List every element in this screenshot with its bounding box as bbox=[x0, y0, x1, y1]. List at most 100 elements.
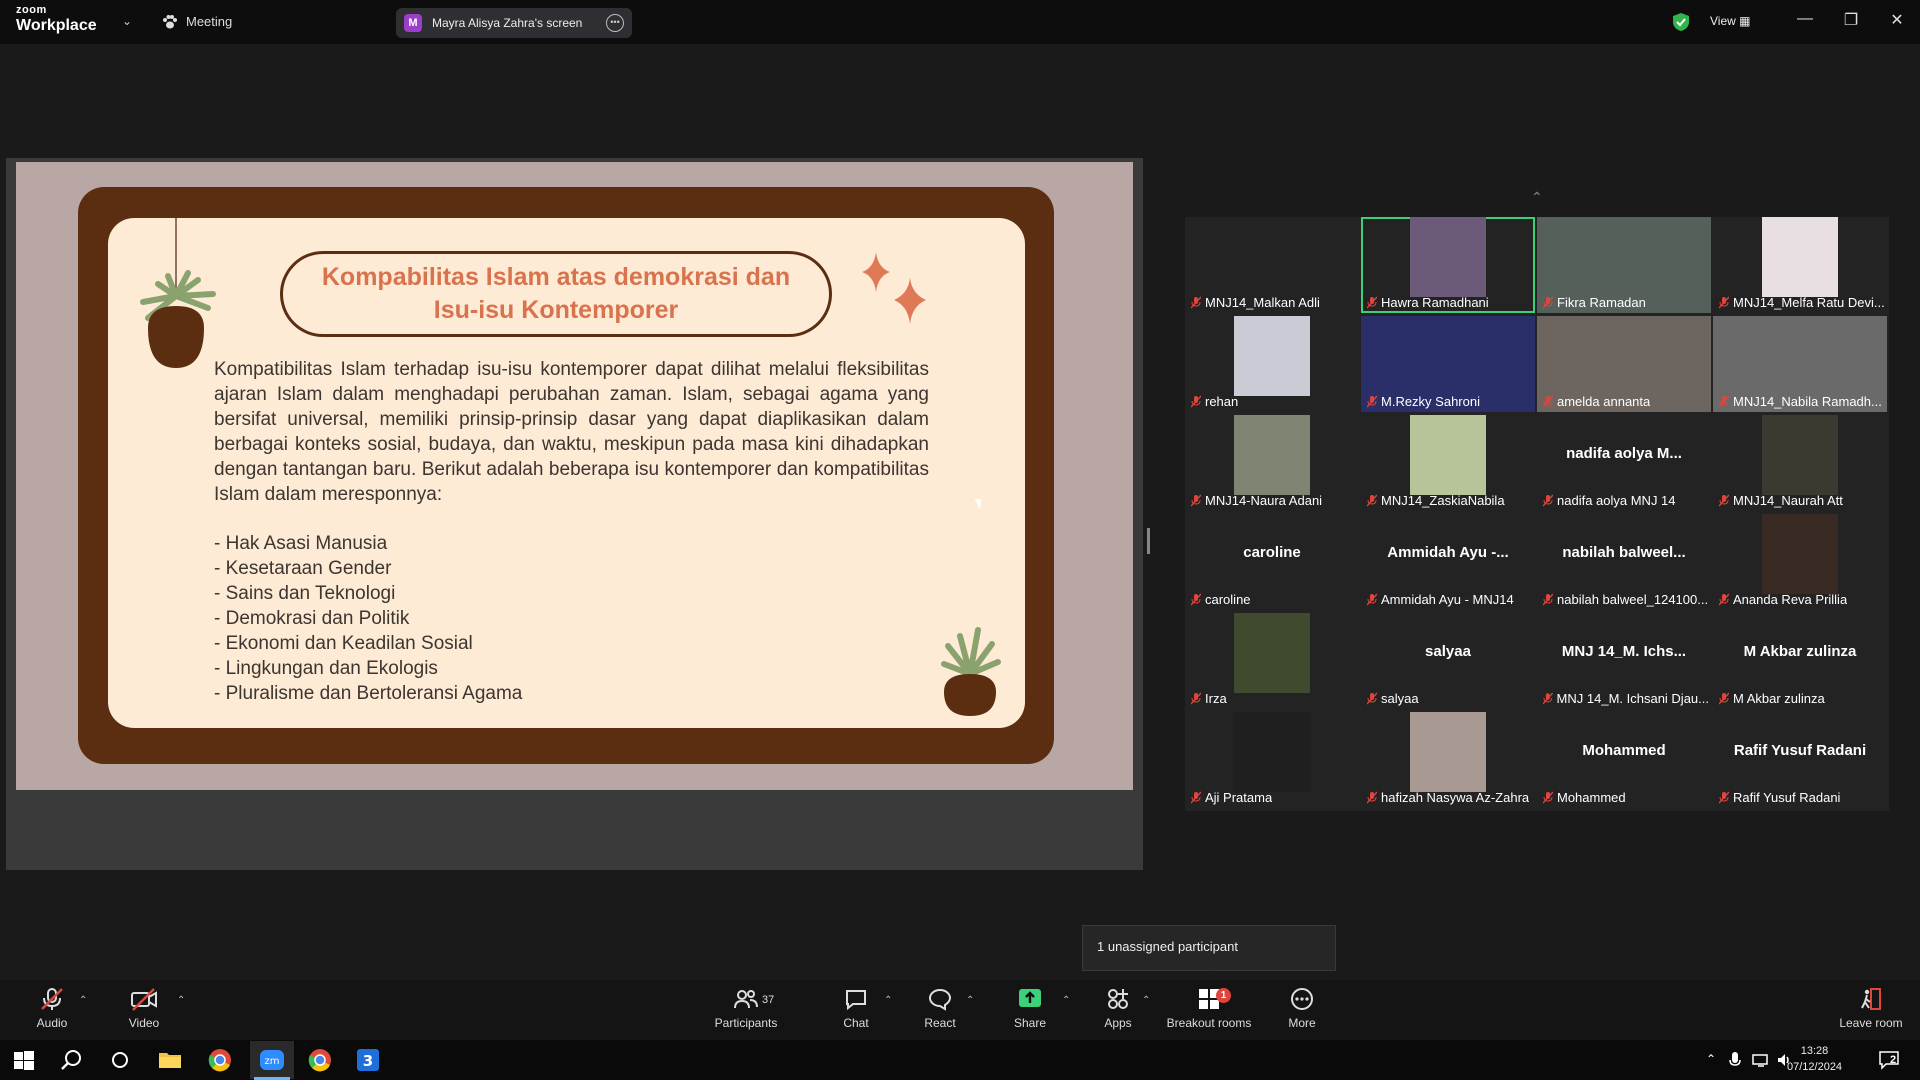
participant-tile[interactable]: MNJ 14_M. Ichs... MNJ 14_M. Ichsani Djau.… bbox=[1537, 613, 1711, 709]
video-button[interactable]: Video bbox=[124, 986, 164, 1030]
close-icon[interactable]: ✕ bbox=[1882, 10, 1912, 30]
participant-tile[interactable]: MNJ14_Melfa Ratu Devi... bbox=[1713, 217, 1887, 313]
participant-name-label: caroline bbox=[1191, 592, 1251, 607]
zoom-app-icon[interactable]: zm bbox=[258, 1046, 286, 1074]
mic-muted-icon bbox=[1543, 494, 1553, 507]
participant-tile[interactable]: M.Rezky Sahroni bbox=[1361, 316, 1535, 412]
mic-muted-icon bbox=[1367, 395, 1377, 408]
list-item: - Sains dan Teknologi bbox=[214, 583, 396, 604]
participant-tile[interactable]: Rafif Yusuf Radani Rafif Yusuf Radani bbox=[1713, 712, 1887, 808]
chevron-down-icon[interactable]: ⌄ bbox=[122, 14, 132, 28]
meeting-menu[interactable]: Meeting bbox=[162, 14, 232, 29]
audio-button[interactable]: Audio bbox=[30, 986, 74, 1030]
participant-name: M.Rezky Sahroni bbox=[1381, 394, 1480, 409]
participant-tile[interactable]: MNJ14_Malkan Adli bbox=[1185, 217, 1359, 313]
participant-tile[interactable]: Aji Pratama bbox=[1185, 712, 1359, 808]
slide-title: Kompabilitas Islam atas demokrasi dan Is… bbox=[321, 263, 791, 324]
share-icon bbox=[1019, 989, 1041, 1007]
restore-icon[interactable]: ❐ bbox=[1836, 10, 1866, 30]
participant-tile[interactable]: Ammidah Ayu -... Ammidah Ayu - MNJ14 bbox=[1361, 514, 1535, 610]
app-3-icon[interactable]: 3 bbox=[354, 1046, 382, 1074]
participant-name: MNJ 14_M. Ichsani Djau... bbox=[1556, 691, 1709, 706]
participant-tile[interactable]: MNJ14_Naurah Att bbox=[1713, 415, 1887, 511]
react-label: React bbox=[924, 1016, 956, 1030]
video-label: Video bbox=[128, 1016, 160, 1030]
more-options-icon[interactable]: ••• bbox=[606, 14, 624, 32]
participant-tile[interactable]: amelda annanta bbox=[1537, 316, 1711, 412]
chat-options-caret[interactable]: ⌃ bbox=[884, 995, 892, 1006]
unassigned-participant-tooltip[interactable]: 1 unassigned participant bbox=[1082, 925, 1336, 971]
mic-muted-icon bbox=[1719, 593, 1729, 606]
chevron-up-icon[interactable]: ⌃ bbox=[1531, 189, 1543, 206]
participant-name: amelda annanta bbox=[1557, 394, 1651, 409]
breakout-rooms-button[interactable]: Breakout rooms bbox=[1164, 986, 1254, 1030]
participant-tile[interactable]: hafizah Nasywa Az-Zahra bbox=[1361, 712, 1535, 808]
participant-tile[interactable]: rehan bbox=[1185, 316, 1359, 412]
mic-muted-icon bbox=[1191, 791, 1201, 804]
windows-start-icon[interactable] bbox=[10, 1046, 38, 1074]
splitter-handle[interactable] bbox=[1147, 528, 1150, 554]
chrome-icon[interactable] bbox=[206, 1046, 234, 1074]
potted-plant-icon bbox=[941, 627, 1001, 716]
participant-tile[interactable]: MNJ14-Naura Adani bbox=[1185, 415, 1359, 511]
apps-icon bbox=[1108, 989, 1128, 1009]
list-item: - Ekonomi dan Keadilan Sosial bbox=[214, 633, 473, 654]
search-icon[interactable] bbox=[58, 1046, 86, 1074]
apps-button[interactable]: Apps bbox=[1103, 986, 1133, 1030]
shield-icon[interactable] bbox=[1672, 12, 1690, 32]
participant-tile[interactable]: MNJ14_ZaskiaNabila bbox=[1361, 415, 1535, 511]
share-options-caret[interactable]: ⌃ bbox=[1062, 995, 1070, 1006]
shared-screen-pill[interactable]: M Mayra Alisya Zahra's screen ••• bbox=[396, 8, 632, 38]
leave-room-button[interactable]: Leave room bbox=[1838, 986, 1904, 1030]
view-button[interactable]: View ▦ bbox=[1710, 14, 1750, 28]
participant-tile[interactable]: Mohammed Mohammed bbox=[1537, 712, 1711, 808]
notifications-icon[interactable] bbox=[1878, 1050, 1900, 1070]
participant-tile[interactable]: salyaa salyaa bbox=[1361, 613, 1535, 709]
tray-mic-icon[interactable] bbox=[1728, 1051, 1742, 1069]
participant-tile[interactable]: Fikra Ramadan bbox=[1537, 217, 1711, 313]
share-button[interactable]: Share bbox=[1013, 986, 1047, 1030]
apps-options-caret[interactable]: ⌃ bbox=[1142, 995, 1150, 1006]
tray-chevron-up-icon[interactable]: ⌃ bbox=[1706, 1052, 1716, 1066]
chat-button[interactable]: Chat bbox=[840, 986, 872, 1030]
more-label: More bbox=[1288, 1016, 1316, 1030]
participant-name-label: Rafif Yusuf Radani bbox=[1719, 790, 1840, 805]
participant-name-label: salyaa bbox=[1367, 691, 1419, 706]
file-explorer-icon[interactable] bbox=[156, 1046, 184, 1074]
network-icon[interactable] bbox=[1752, 1053, 1770, 1067]
participant-tile[interactable]: Irza bbox=[1185, 613, 1359, 709]
participant-tile[interactable]: Hawra Ramadhani bbox=[1361, 217, 1535, 313]
react-options-caret[interactable]: ⌃ bbox=[966, 995, 974, 1006]
participant-tile[interactable]: M Akbar zulinza M Akbar zulinza bbox=[1713, 613, 1887, 709]
participant-display-name: M Akbar zulinza bbox=[1743, 643, 1857, 660]
mic-muted-icon bbox=[1191, 593, 1201, 606]
participant-tile[interactable]: MNJ14_Nabila Ramadh... bbox=[1713, 316, 1887, 412]
react-button[interactable]: React bbox=[924, 986, 956, 1030]
slide-body-text: Kompatibilitas Islam terhadap isu-isu ko… bbox=[214, 359, 929, 505]
participant-name: Aji Pratama bbox=[1205, 790, 1273, 805]
participant-name: MNJ14_Melfa Ratu Devi... bbox=[1733, 295, 1885, 310]
participant-name: nadifa aolya MNJ 14 bbox=[1557, 493, 1676, 508]
video-options-caret[interactable]: ⌃ bbox=[177, 995, 185, 1006]
participant-name-label: Mohammed bbox=[1543, 790, 1626, 805]
audio-options-caret[interactable]: ⌃ bbox=[79, 995, 87, 1006]
mic-muted-icon bbox=[1719, 296, 1729, 309]
mic-muted-icon bbox=[1543, 593, 1553, 606]
chrome-profile-icon[interactable] bbox=[306, 1046, 334, 1074]
participant-video bbox=[1234, 613, 1310, 693]
cortana-icon[interactable] bbox=[106, 1046, 134, 1074]
participant-tile[interactable]: nadifa aolya M... nadifa aolya MNJ 14 bbox=[1537, 415, 1711, 511]
participant-tile[interactable]: nabilah balweel... nabilah balweel_124100… bbox=[1537, 514, 1711, 610]
participant-video bbox=[1762, 415, 1838, 495]
participant-tile[interactable]: Ananda Reva Prillia bbox=[1713, 514, 1887, 610]
audio-label: Audio bbox=[36, 1016, 68, 1030]
mic-muted-icon bbox=[1367, 296, 1377, 309]
minimize-icon[interactable]: — bbox=[1790, 10, 1820, 28]
participant-tile[interactable]: caroline caroline bbox=[1185, 514, 1359, 610]
participant-name-label: amelda annanta bbox=[1543, 394, 1650, 409]
participant-display-name: Rafif Yusuf Radani bbox=[1733, 742, 1867, 759]
clock[interactable]: 13:28 07/12/2024 bbox=[1787, 1043, 1842, 1075]
participant-name-label: MNJ14_Nabila Ramadh... bbox=[1719, 394, 1882, 409]
participants-button[interactable]: Participants bbox=[714, 986, 778, 1030]
more-button[interactable]: More bbox=[1287, 986, 1317, 1030]
